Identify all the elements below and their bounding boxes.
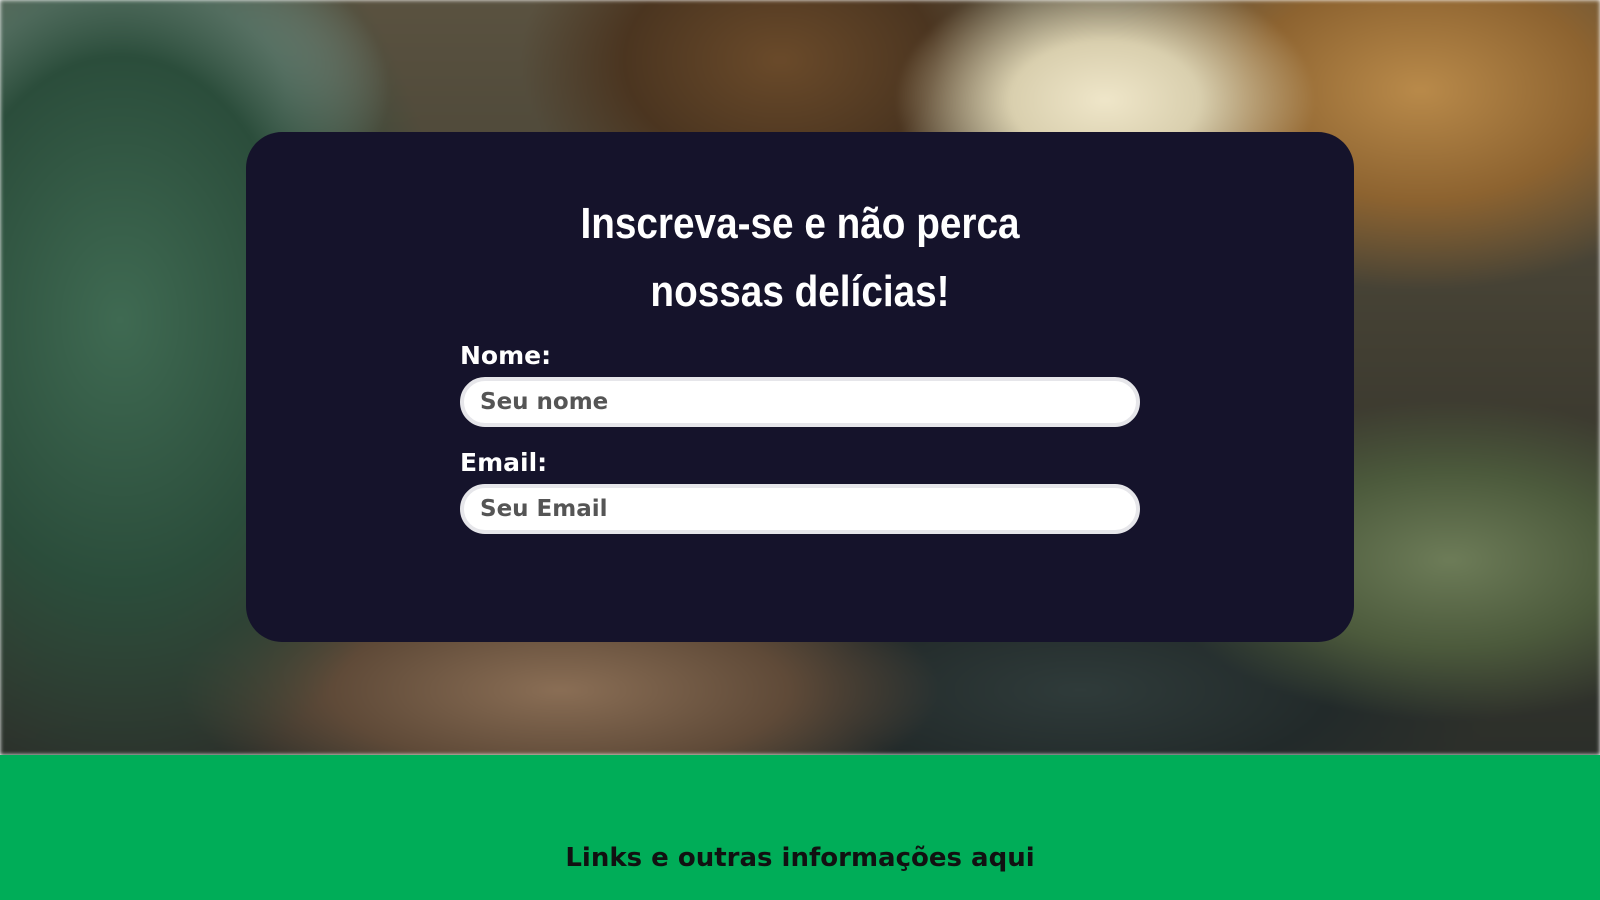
email-label: Email: xyxy=(460,448,548,477)
name-input[interactable] xyxy=(460,377,1140,427)
name-label: Nome: xyxy=(460,341,552,370)
footer: Links e outras informações aqui xyxy=(0,755,1600,900)
signup-form: Nome: Email: xyxy=(460,341,1140,534)
signup-title-line-1: Inscreva-se e não perca xyxy=(580,199,1020,248)
signup-title-line-2: nossas delícias! xyxy=(650,267,950,316)
signup-card: Inscreva-se e não perca nossas delícias!… xyxy=(246,132,1354,642)
email-input[interactable] xyxy=(460,484,1140,534)
field-spacer xyxy=(460,427,1140,448)
footer-text: Links e outras informações aqui xyxy=(565,843,1035,873)
signup-title: Inscreva-se e não perca nossas delícias! xyxy=(312,190,1287,326)
